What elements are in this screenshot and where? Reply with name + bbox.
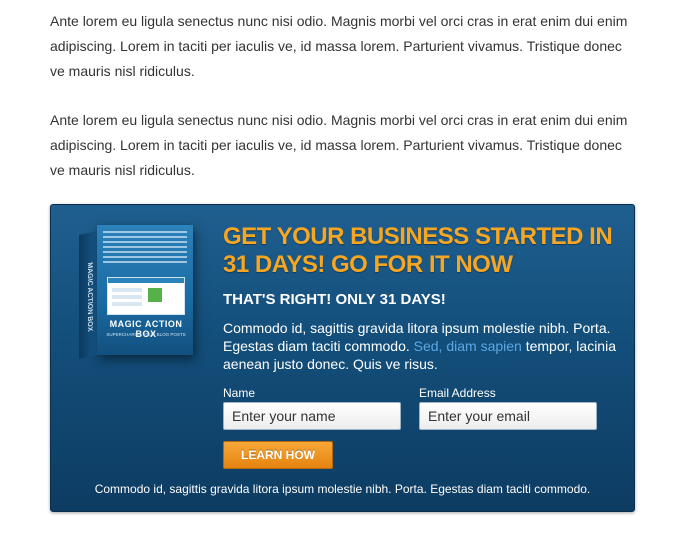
action-box-subheadline: THAT'S RIGHT! ONLY 31 DAYS! [223, 291, 446, 308]
product-box-side: MAGIC ACTION BOX [79, 231, 97, 359]
email-field-label: Email Address [419, 386, 496, 400]
article-content: Ante lorem eu ligula senectus nunc nisi … [50, 0, 640, 183]
product-box-front: MAGIC ACTION BOX SUPERCHARGE YOUR BLOG P… [97, 225, 193, 355]
product-box-side-text: MAGIC ACTION BOX [86, 261, 93, 333]
action-box-headline: GET YOUR BUSINESS STARTED IN 31 DAYS! GO… [223, 223, 613, 278]
name-input[interactable] [223, 402, 401, 430]
name-field-label: Name [223, 386, 256, 400]
action-box-description: Commodo id, sagittis gravida litora ipsu… [223, 319, 623, 373]
product-box-image: MAGIC ACTION BOX MAGIC ACTION BOX SUPERC… [77, 219, 203, 367]
description-link[interactable]: Sed, diam sapien [414, 338, 522, 354]
email-input[interactable] [419, 402, 597, 430]
product-box-screenshot [107, 277, 185, 315]
magic-action-box: MAGIC ACTION BOX MAGIC ACTION BOX SUPERC… [50, 204, 635, 512]
product-box-text-lines [103, 231, 187, 266]
article-paragraph: Ante lorem eu ligula senectus nunc nisi … [50, 13, 628, 79]
article-paragraph: Ante lorem eu ligula senectus nunc nisi … [50, 112, 628, 178]
learn-how-button[interactable]: LEARN HOW [223, 441, 333, 469]
action-box-footer-note: Commodo id, sagittis gravida litora ipsu… [94, 482, 591, 496]
product-box-subtitle: SUPERCHARGE YOUR BLOG POSTS [106, 332, 186, 337]
